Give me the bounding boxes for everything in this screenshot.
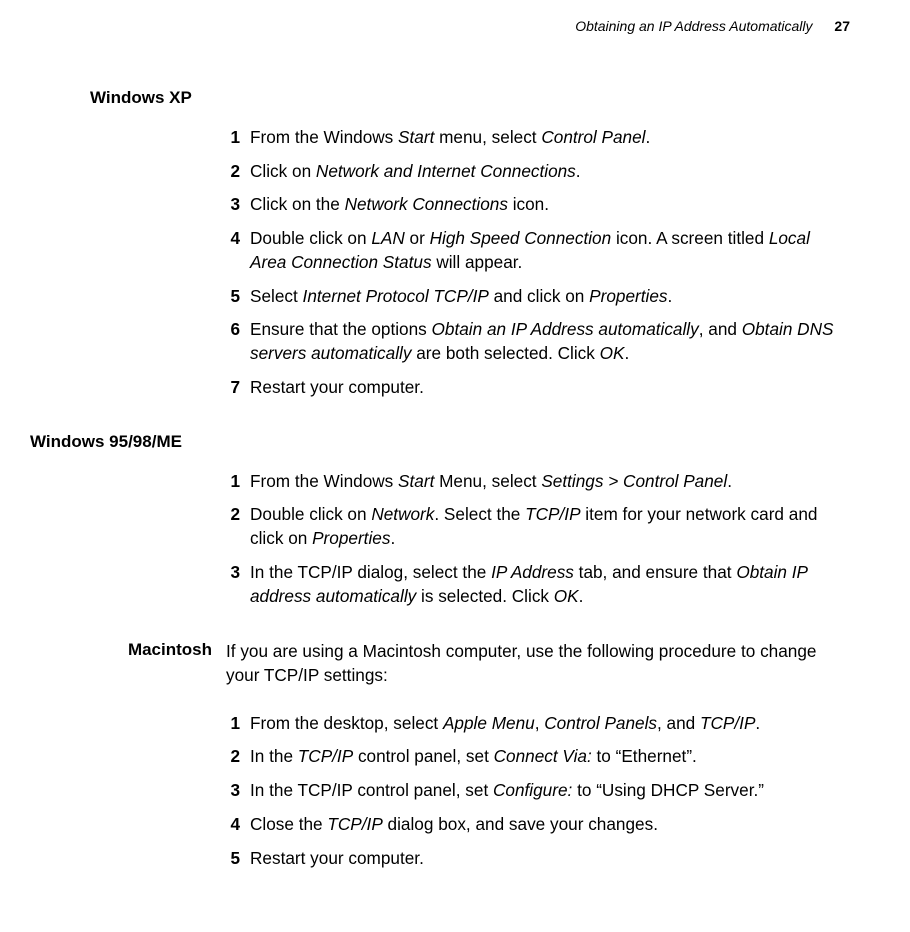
instruction-item: 3 Click on the Network Connections icon. bbox=[220, 193, 850, 217]
step-text: In the TCP/IP control panel, set Configu… bbox=[250, 779, 850, 803]
page-number: 27 bbox=[834, 18, 850, 34]
step-number: 3 bbox=[220, 193, 240, 217]
header-title: Obtaining an IP Address Automatically bbox=[575, 18, 812, 34]
mac-intro-row: Macintosh If you are using a Macintosh c… bbox=[30, 640, 850, 687]
instruction-item: 4 Close the TCP/IP dialog box, and save y… bbox=[220, 813, 850, 837]
section-label-winxp: Windows XP bbox=[90, 88, 850, 108]
instruction-item: 1 From the Windows Start menu, select Con… bbox=[220, 126, 850, 150]
step-text: In the TCP/IP control panel, set Connect… bbox=[250, 745, 850, 769]
instruction-item: 3 In the TCP/IP control panel, set Config… bbox=[220, 779, 850, 803]
step-number: 2 bbox=[220, 503, 240, 550]
step-text: From the Windows Start menu, select Cont… bbox=[250, 126, 850, 150]
mac-intro-text: If you are using a Macintosh computer, u… bbox=[226, 640, 850, 687]
step-number: 1 bbox=[220, 470, 240, 494]
instr-list-winxp: 1 From the Windows Start menu, select Con… bbox=[220, 126, 850, 400]
step-number: 1 bbox=[220, 126, 240, 150]
instruction-item: 7 Restart your computer. bbox=[220, 376, 850, 400]
step-number: 1 bbox=[220, 712, 240, 736]
instruction-item: 3In the TCP/IP dialog, select the IP Add… bbox=[220, 561, 850, 608]
instruction-item: 2Double click on Network. Select the TCP… bbox=[220, 503, 850, 550]
step-text: Click on the Network Connections icon. bbox=[250, 193, 850, 217]
page-content: Windows XP 1 From the Windows Start menu,… bbox=[30, 88, 850, 902]
step-number: 4 bbox=[220, 227, 240, 274]
step-text: From the Windows Start Menu, select Sett… bbox=[250, 470, 850, 494]
instr-list-mac: 1 From the desktop, select Apple Menu, Co… bbox=[220, 712, 850, 871]
step-number: 5 bbox=[220, 285, 240, 309]
step-text: Double click on Network. Select the TCP/… bbox=[250, 503, 850, 550]
step-number: 7 bbox=[220, 376, 240, 400]
instr-list-win9x: 1 From the Windows Start Menu, select Set… bbox=[220, 470, 850, 609]
step-text: Click on Network and Internet Connection… bbox=[250, 160, 850, 184]
instruction-item: 1 From the desktop, select Apple Menu, Co… bbox=[220, 712, 850, 736]
step-number: 6 bbox=[220, 318, 240, 365]
step-text: Select Internet Protocol TCP/IP and clic… bbox=[250, 285, 850, 309]
instruction-item: 2 In the TCP/IP control panel, set Connec… bbox=[220, 745, 850, 769]
step-text: In the TCP/IP dialog, select the IP Addr… bbox=[250, 561, 850, 608]
instruction-item: 6Ensure that the options Obtain an IP Ad… bbox=[220, 318, 850, 365]
step-number: 4 bbox=[220, 813, 240, 837]
running-header: Obtaining an IP Address Automatically 27 bbox=[575, 18, 850, 34]
step-number: 2 bbox=[220, 745, 240, 769]
instruction-item: 4Double click on LAN or High Speed Conne… bbox=[220, 227, 850, 274]
section-label-mac: Macintosh bbox=[30, 640, 226, 660]
step-number: 3 bbox=[220, 779, 240, 803]
step-text: From the desktop, select Apple Menu, Con… bbox=[250, 712, 850, 736]
section-label-win9x: Windows 95/98/ME bbox=[30, 432, 850, 452]
step-text: Double click on LAN or High Speed Connec… bbox=[250, 227, 850, 274]
instruction-item: 5 Restart your computer. bbox=[220, 847, 850, 871]
step-number: 3 bbox=[220, 561, 240, 608]
step-text: Restart your computer. bbox=[250, 847, 850, 871]
instruction-item: 5 Select Internet Protocol TCP/IP and cli… bbox=[220, 285, 850, 309]
step-number: 2 bbox=[220, 160, 240, 184]
step-text: Ensure that the options Obtain an IP Add… bbox=[250, 318, 850, 365]
instruction-item: 1 From the Windows Start Menu, select Set… bbox=[220, 470, 850, 494]
step-text: Restart your computer. bbox=[250, 376, 850, 400]
step-number: 5 bbox=[220, 847, 240, 871]
instruction-item: 2 Click on Network and Internet Connectio… bbox=[220, 160, 850, 184]
step-text: Close the TCP/IP dialog box, and save yo… bbox=[250, 813, 850, 837]
